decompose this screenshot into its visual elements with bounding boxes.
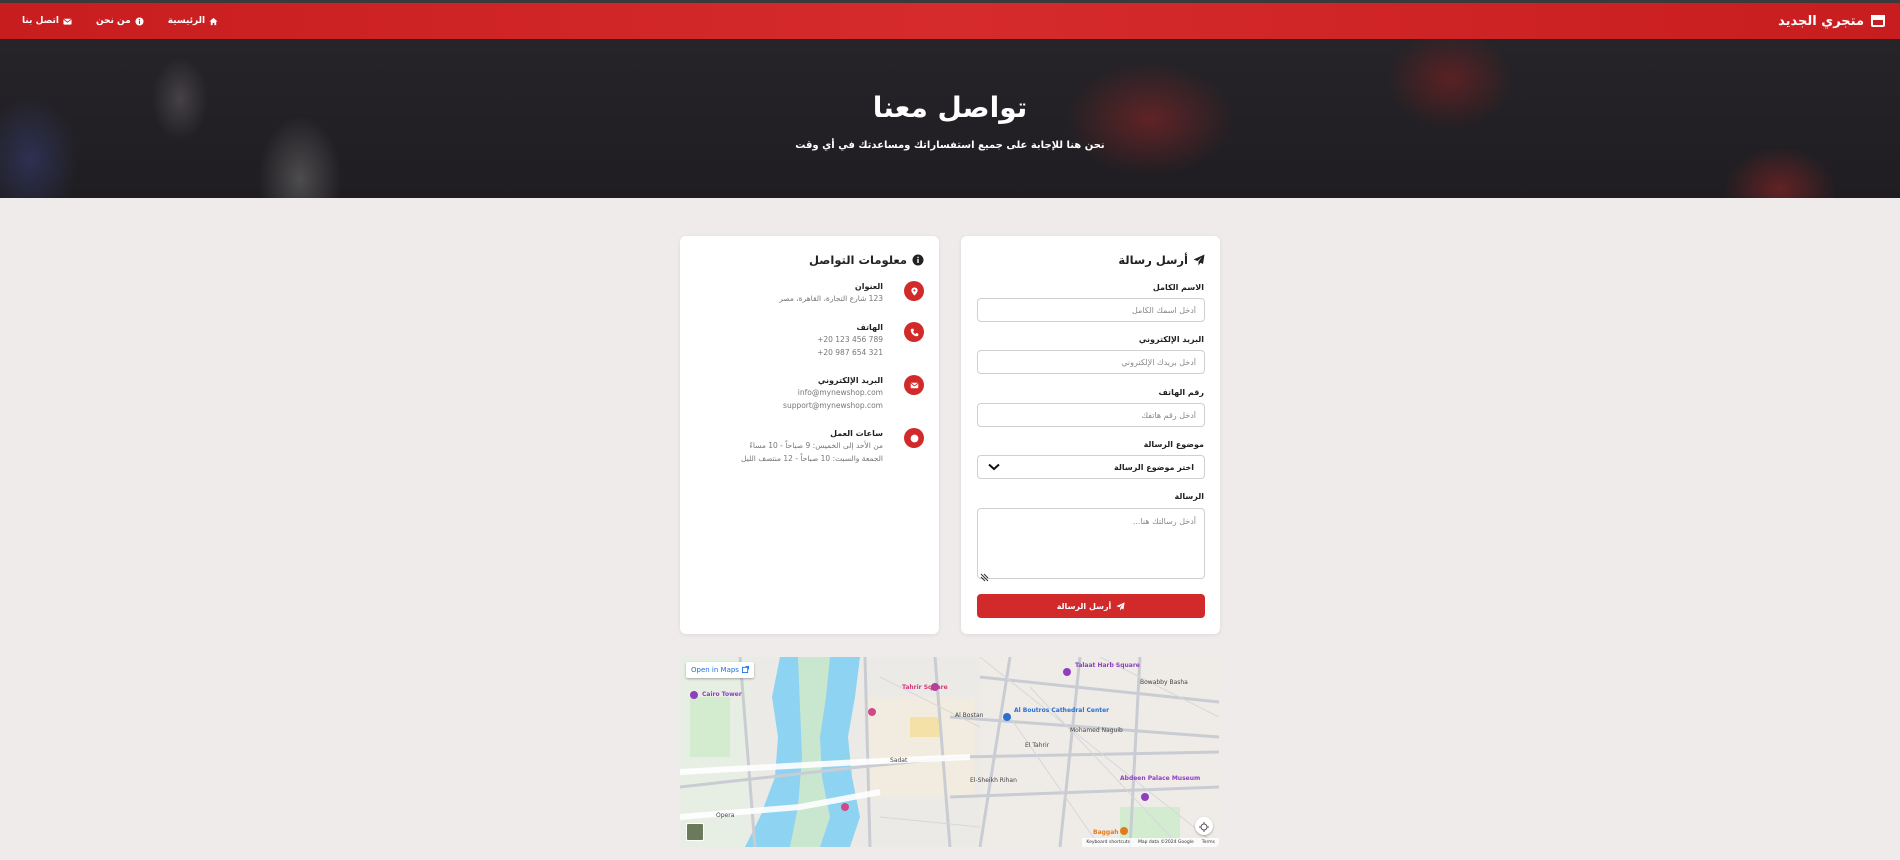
map-marker-icon [904,281,924,301]
address-label: العنوان [854,282,883,291]
message-textarea[interactable] [977,508,1205,579]
brand-name: متجري الجديد [1778,13,1864,29]
envelope-icon [904,375,924,395]
hours-line-2: الجمعة والسبت: 10 صباحاً - 12 منتصف اللي… [741,454,883,463]
resize-grip-icon[interactable] [980,567,989,582]
map-label-cairo-tower: Cairo Tower [702,691,742,698]
page-subtitle: نحن هنا للإجابة على جميع استفساراتك ومسا… [795,140,1105,151]
store-icon [1870,14,1886,28]
info-circle-icon [135,16,144,26]
contact-info-card: معلومات التواصل العنوان 123 شارع التجارة… [680,236,939,634]
email-label: البريد الإلكتروني [1138,335,1204,344]
nav-link-about-label: من نحن [95,16,131,26]
subject-select-value: اختر موضوع الرسالة [1114,462,1194,472]
open-in-maps-button[interactable]: Open in Maps [686,662,754,678]
location-map[interactable]: Open in Maps Talaat Harb Square Cairo To… [680,657,1219,847]
info-email: البريد الإلكتروني info@mynewshop.com sup… [694,375,924,421]
form-title: أرسل رسالة [1118,253,1205,267]
map-label-baggah: Baggah [1093,829,1119,836]
nav-link-about[interactable]: من نحن [96,16,144,26]
map-label-al-bostan: Al Bostan [955,712,984,719]
phone-icon [904,322,924,342]
map-label-sadat: Sadat [890,757,908,764]
info-phone-text: الهاتف +20 123 456 789 +20 987 654 321 [817,322,883,359]
info-circle-icon [912,254,924,266]
hours-line-1: من الأحد إلى الخميس: 9 صباحاً - 10 مساءً [749,441,883,450]
map-label-bowabby: Bowabby Basha [1140,679,1188,686]
name-label: الاسم الكامل [1152,283,1204,292]
phone-line-2: +20 987 654 321 [817,348,883,357]
envelope-icon [63,17,72,26]
map-base [680,657,1219,847]
email-line-1: info@mynewshop.com [797,388,883,397]
email-line-2: support@mynewshop.com [783,401,883,410]
subject-select[interactable]: اختر موضوع الرسالة [977,455,1205,479]
nav-links: الرئيسية من نحن اتصل بنا [22,3,218,39]
map-label-opera: Opera [716,812,735,819]
info-title-text: معلومات التواصل [809,253,907,267]
map-label-tahrir-square: Tahrir Square [902,684,948,691]
map-shortcuts-link[interactable]: Keyboard shortcuts [1086,840,1130,845]
paper-plane-icon [1193,254,1205,266]
info-hours: ساعات العمل من الأحد إلى الخميس: 9 صباحا… [694,428,924,474]
info-title: معلومات التواصل [809,253,924,267]
phone-label: الهاتف [856,323,883,332]
phone-field[interactable] [977,403,1205,427]
map-label-el-sheikh: El-Sheikh Rihan [970,777,1017,784]
form-title-text: أرسل رسالة [1118,253,1188,267]
map-data-attribution: Map data ©2024 Google [1137,840,1194,845]
map-label-abdeen: Abdeen Palace Museum [1120,775,1201,782]
send-message-button[interactable]: أرسل الرسالة [977,594,1205,618]
message-label: الرسالة [1174,492,1204,501]
external-link-icon [741,665,749,675]
map-label-mohamed-naguib: Mohamed Naguib [1070,727,1123,734]
map-terms-link[interactable]: Terms [1202,840,1215,845]
phone-label: رقم الهاتف [1158,388,1204,397]
locate-me-button[interactable] [1195,817,1213,835]
clock-icon [904,428,924,448]
chevron-down-icon [988,463,1000,471]
subject-label: موضوع الرسالة [1143,440,1204,449]
email-field[interactable] [977,350,1205,374]
brand-logo[interactable]: متجري الجديد [1778,3,1886,39]
address-line: 123 شارع التجارة، القاهرة، مصر [779,294,883,303]
contact-form-card: أرسل رسالة الاسم الكامل البريد الإلكترون… [961,236,1220,634]
map-label-el-tahrir: El Tahrir [1025,742,1050,749]
hours-label: ساعات العمل [830,429,883,438]
map-label-talaat: Talaat Harb Square [1075,662,1140,669]
nav-link-home-label: الرئيسية [167,16,206,26]
info-address: العنوان 123 شارع التجارة، القاهرة، مصر [694,281,924,317]
nav-link-contact[interactable]: اتصل بنا [22,16,72,26]
nav-link-home[interactable]: الرئيسية [168,16,218,26]
map-satellite-thumbnail[interactable] [686,823,704,841]
page-title: تواصل معنا [872,91,1028,124]
email-label: البريد الإلكتروني [817,376,883,385]
info-address-text: العنوان 123 شارع التجارة، القاهرة، مصر [779,281,883,305]
crosshair-icon [1199,817,1209,836]
navbar: متجري الجديد الرئيسية من نحن اتصل بنا [0,3,1900,39]
info-phone: الهاتف +20 123 456 789 +20 987 654 321 [694,322,924,368]
info-hours-text: ساعات العمل من الأحد إلى الخميس: 9 صباحا… [741,428,883,465]
open-in-maps-label: Open in Maps [691,666,739,674]
hero-banner: تواصل معنا نحن هنا للإجابة على جميع استف… [0,39,1900,198]
paper-plane-icon [1116,601,1125,611]
map-footer: Keyboard shortcuts Map data ©2024 Google… [1082,838,1219,847]
map-label-cathedral: Al Boutros Cathedral Center [1014,707,1110,714]
home-icon [209,17,218,26]
name-field[interactable] [977,298,1205,322]
nav-link-contact-label: اتصل بنا [22,16,59,26]
send-message-label: أرسل الرسالة [1056,601,1112,611]
info-email-text: البريد الإلكتروني info@mynewshop.com sup… [783,375,883,412]
phone-line-1: +20 123 456 789 [817,335,883,344]
